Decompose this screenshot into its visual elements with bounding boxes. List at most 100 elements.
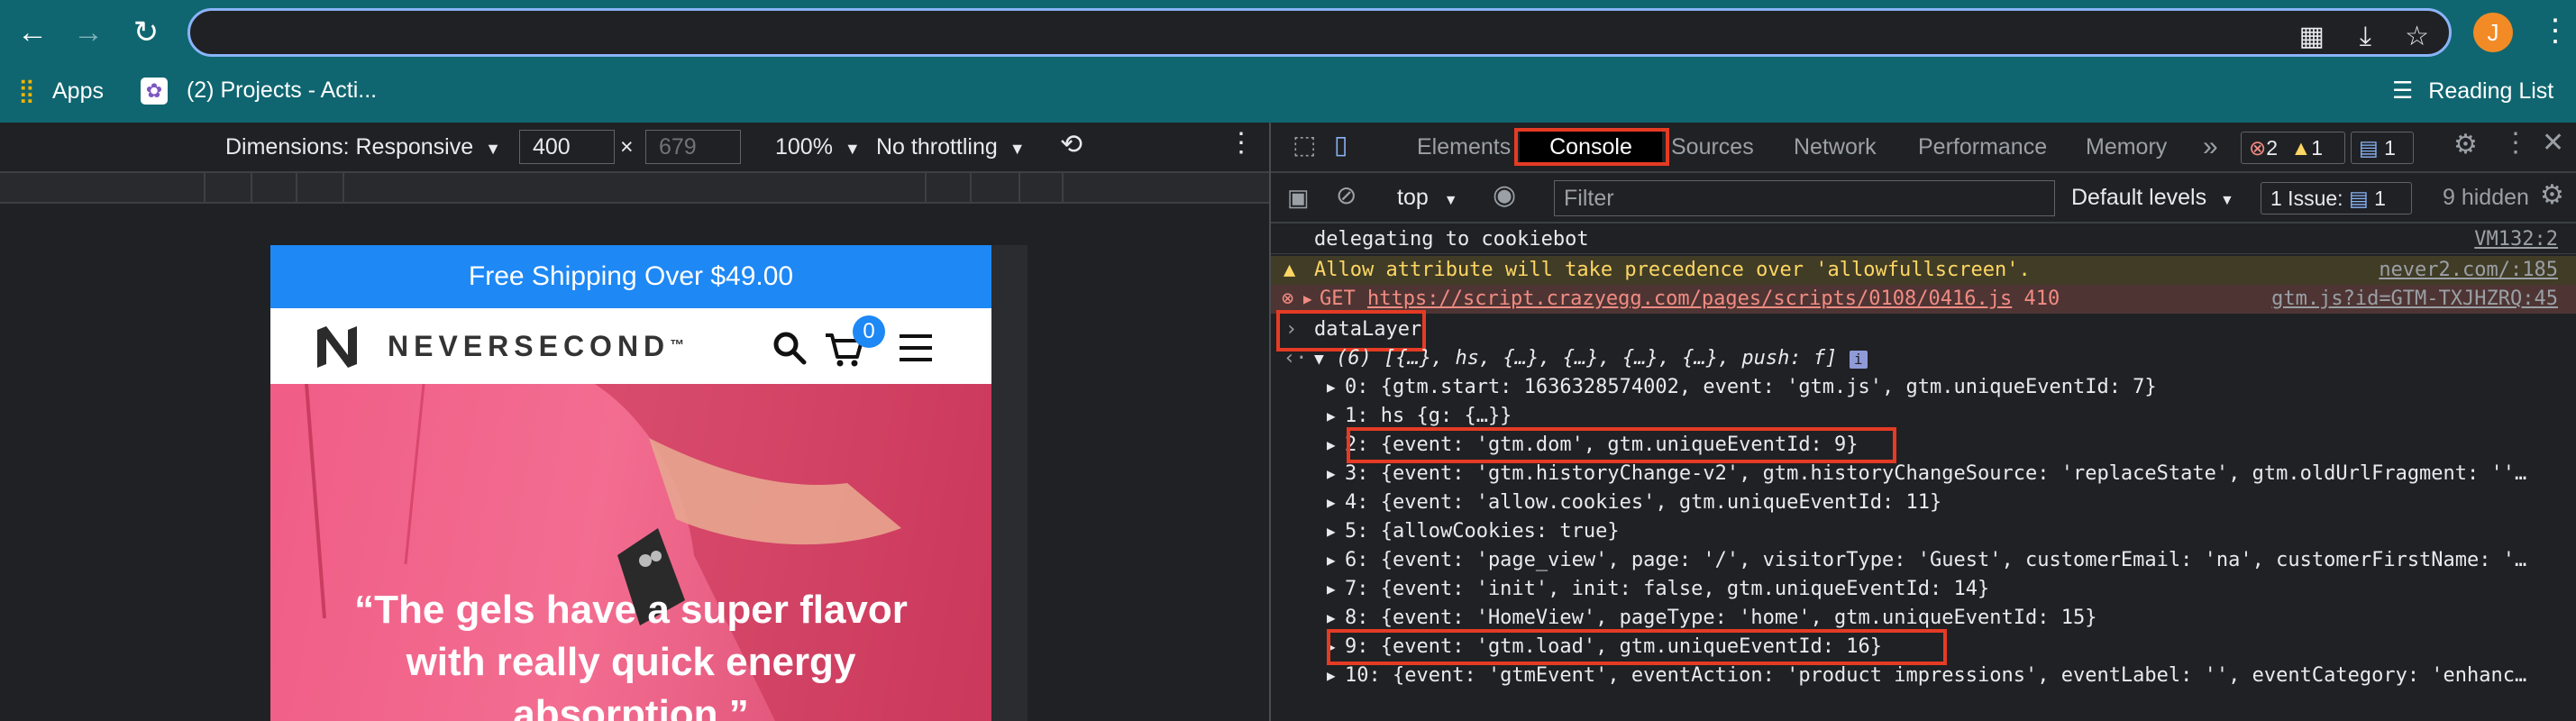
- context-label: top: [1397, 185, 1429, 210]
- trademark-sign: ™: [670, 338, 685, 353]
- tab-network[interactable]: Network: [1794, 132, 1877, 162]
- expand-triangle-icon[interactable]: ▶: [1327, 373, 1336, 402]
- browser-menu-icon[interactable]: ⋮: [2540, 11, 2571, 50]
- ruler-segment[interactable]: [343, 173, 344, 202]
- hamburger-menu-icon[interactable]: [898, 332, 934, 364]
- tab-sources[interactable]: Sources: [1671, 132, 1754, 162]
- clear-console-icon[interactable]: ⊘: [1336, 180, 1357, 211]
- bookmark-label: (2) Projects - Acti...: [186, 78, 378, 103]
- forward-arrow-icon[interactable]: →: [69, 13, 108, 52]
- datalayer-item[interactable]: ▶ 5: {allowCookies: true}: [1271, 517, 2576, 546]
- ruler-segment[interactable]: [296, 173, 297, 202]
- warning-icon: ▲: [2290, 136, 2312, 160]
- error-method: GET: [1320, 287, 1356, 310]
- back-arrow-icon[interactable]: ←: [13, 13, 52, 52]
- quote-line: absorption.”: [513, 692, 749, 721]
- error-warning-badge[interactable]: ⊗2 ▲1: [2241, 132, 2345, 164]
- reading-list-button[interactable]: ☰ Reading List: [2392, 74, 2553, 106]
- log-source-link[interactable]: VM132:2: [2474, 225, 2558, 253]
- ruler-segment[interactable]: [251, 173, 252, 202]
- width-input[interactable]: 400: [519, 130, 615, 164]
- inspect-element-icon[interactable]: ⬚: [1293, 130, 1316, 160]
- zoom-select[interactable]: 100% ▼: [775, 132, 861, 164]
- hidden-count: 9 hidden: [2443, 185, 2529, 210]
- live-expression-eye-icon[interactable]: ◉: [1493, 180, 1516, 211]
- tab-grid-icon[interactable]: ▦: [2299, 23, 2325, 50]
- console-result-line[interactable]: ‹· ▼ (6) [{…}, hs, {…}, {…}, {…}, {…}, p…: [1271, 344, 2576, 373]
- ruler-segment[interactable]: [1019, 173, 1020, 202]
- console-input-line: › dataLayer: [1271, 315, 2576, 344]
- error-url-link[interactable]: https://script.crazyegg.com/pages/script…: [1367, 287, 2012, 310]
- brand-logo-icon[interactable]: [314, 324, 361, 370]
- search-icon[interactable]: [772, 330, 808, 366]
- tab-memory[interactable]: Memory: [2086, 132, 2167, 162]
- rotate-icon[interactable]: ⟲: [1060, 130, 1082, 160]
- message-icon: ▤: [2359, 136, 2379, 160]
- context-select[interactable]: top ▼: [1397, 182, 1458, 216]
- tab-performance[interactable]: Performance: [1918, 132, 2047, 162]
- expand-triangle-icon[interactable]: ▶: [1327, 662, 1336, 690]
- issues-label: 1 Issue:: [2270, 187, 2343, 210]
- console-settings-gear-icon[interactable]: ⚙: [2540, 180, 2564, 211]
- expand-triangle-icon[interactable]: ▶: [1327, 575, 1336, 604]
- zoom-label: 100%: [775, 134, 833, 160]
- address-bar[interactable]: ▦ ⤓ ☆: [187, 8, 2452, 57]
- apps-grid-icon: ⣿: [18, 77, 36, 104]
- bookmark-star-icon[interactable]: ☆: [2405, 23, 2429, 50]
- expand-triangle-icon[interactable]: ▶: [1327, 431, 1336, 460]
- bookmark-projects[interactable]: ✿ (2) Projects - Acti...: [141, 74, 377, 106]
- dimensions-select[interactable]: Dimensions: Responsive ▼: [225, 132, 501, 164]
- install-app-icon[interactable]: ⤓: [2360, 23, 2371, 50]
- bookmark-apps[interactable]: ⣿ Apps: [18, 74, 104, 106]
- reload-icon[interactable]: ↻: [126, 13, 166, 52]
- expand-triangle-icon[interactable]: ▶: [1327, 460, 1336, 488]
- cart-count-badge: 0: [853, 315, 885, 348]
- datalayer-item[interactable]: ▶ 3: {event: 'gtm.historyChange-v2', gtm…: [1271, 460, 2576, 488]
- console-log-line: delegating to cookiebot VM132:2: [1271, 225, 2576, 254]
- console-toolbar: ▣ ⊘ top ▼ ◉ Filter Default levels ▼ 1 Is…: [1271, 173, 2576, 224]
- expand-triangle-icon[interactable]: ▶: [1327, 517, 1336, 546]
- filter-input[interactable]: Filter: [1554, 180, 2055, 216]
- ruler-segment[interactable]: [925, 173, 927, 202]
- close-icon[interactable]: ✕: [2542, 128, 2564, 159]
- toolbar-menu-icon[interactable]: ⋮: [1228, 128, 1255, 159]
- settings-gear-icon[interactable]: ⚙: [2453, 130, 2478, 160]
- console-warning-line: ▲ Allow attribute will take precedence o…: [1271, 256, 2576, 285]
- device-toggle-icon[interactable]: ▯: [1334, 130, 1347, 160]
- media-query-ruler: [0, 173, 1269, 204]
- issues-count: 1: [2374, 187, 2386, 210]
- ruler-segment[interactable]: [1062, 173, 1064, 202]
- dimensions-label: Dimensions: Responsive: [225, 134, 474, 160]
- datalayer-item[interactable]: ▶ 0: {gtm.start: 1636328574002, event: '…: [1271, 373, 2576, 402]
- viewport-resize-handle[interactable]: [991, 245, 1028, 721]
- expand-triangle-icon[interactable]: ▶: [1327, 402, 1336, 431]
- more-tabs-icon[interactable]: »: [2203, 132, 2218, 162]
- profile-avatar[interactable]: J: [2473, 13, 2513, 52]
- ruler-segment[interactable]: [970, 173, 972, 202]
- collapse-triangle-icon[interactable]: ▼: [1314, 350, 1324, 369]
- browser-chrome: ← → ↻ ▦ ⤓ ☆ J ⋮ ⣿ Apps ✿ (2) Projects - …: [0, 0, 2576, 123]
- datalayer-item[interactable]: ▶ 6: {event: 'page_view', page: '/', vis…: [1271, 546, 2576, 575]
- messages-badge[interactable]: ▤ 1: [2351, 132, 2414, 164]
- log-levels-select[interactable]: Default levels ▼: [2071, 182, 2234, 216]
- ruler-segment[interactable]: [204, 173, 206, 202]
- expand-triangle-icon[interactable]: ▶: [1327, 488, 1336, 517]
- shipping-banner[interactable]: Free Shipping Over $49.00: [270, 245, 991, 308]
- hero-image[interactable]: “The gels have a super flavor with reall…: [270, 384, 991, 721]
- datalayer-item[interactable]: ▶ 7: {event: 'init', init: false, gtm.un…: [1271, 575, 2576, 604]
- throttling-select[interactable]: No throttling ▼: [876, 132, 1026, 164]
- height-input[interactable]: 679: [645, 130, 741, 164]
- issues-button[interactable]: 1 Issue: ▤ 1: [2261, 182, 2412, 214]
- warning-source-link[interactable]: never2.com/:185: [2379, 256, 2558, 285]
- tab-elements[interactable]: Elements: [1417, 132, 1511, 162]
- datalayer-item[interactable]: ▶ 4: {event: 'allow.cookies', gtm.unique…: [1271, 488, 2576, 517]
- brand-wordmark[interactable]: NEVERSECOND™: [388, 330, 684, 362]
- bookmark-label: Apps: [52, 78, 104, 104]
- sidebar-toggle-icon[interactable]: ▣: [1287, 182, 1310, 213]
- expand-triangle-icon[interactable]: ▶: [1327, 546, 1336, 575]
- item-text: 5: {allowCookies: true}: [1345, 520, 1620, 543]
- issue-icon: ▤: [2348, 187, 2369, 210]
- error-source-link[interactable]: gtm.js?id=GTM-TXJHZRQ:45: [2271, 285, 2558, 314]
- datalayer-item[interactable]: ▶ 10: {event: 'gtmEvent', eventAction: '…: [1271, 662, 2576, 690]
- devtools-menu-icon[interactable]: ⋮: [2502, 128, 2529, 159]
